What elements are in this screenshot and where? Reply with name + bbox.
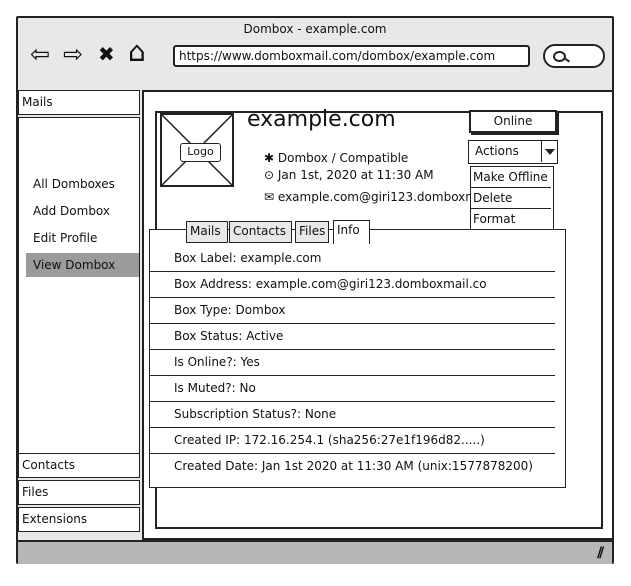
info-row: Is Online?: Yes [150,350,555,376]
sidebar-item-mails[interactable]: Mails [18,90,140,115]
home-icon[interactable]: ⌂ [128,38,146,66]
sidebar-subitem-all-domboxes[interactable]: All Domboxes [26,172,139,196]
sidebar-subitem-view-dombox[interactable]: View Dombox [26,253,139,277]
menu-item-make-offline[interactable]: Make Offline [471,167,551,188]
online-status-button[interactable]: Online [469,110,557,133]
search-button[interactable] [543,44,605,68]
actions-dropdown[interactable]: Actions [468,140,558,164]
chevron-down-icon[interactable] [541,141,557,162]
actions-label: Actions [475,144,519,158]
info-row: Created IP: 172.16.254.1 (sha256:27e1f19… [150,428,555,454]
sidebar-item-files[interactable]: Files [18,480,140,505]
logo-label: Logo [180,143,221,162]
info-panel: Box Label: example.com Box Address: examp… [149,229,566,488]
sidebar-subitem-add-dombox[interactable]: Add Dombox [26,199,139,223]
email-text: example.com@giri123.domboxmai [277,190,488,204]
forward-icon[interactable]: ⇨ [63,42,83,66]
mail-icon: ✉ [264,190,275,204]
type-line: ✱ Dombox / Compatible [264,151,408,165]
tab-mails[interactable]: Mails [186,221,228,243]
menu-item-format[interactable]: Format [471,209,551,230]
menu-item-delete[interactable]: Delete [471,188,551,209]
sidebar-subitem-edit-profile[interactable]: Edit Profile [26,226,139,250]
url-input[interactable]: https://www.domboxmail.com/dombox/exampl… [173,45,530,67]
info-row: Box Status: Active [150,324,555,350]
info-row: Box Address: example.com@giri123.domboxm… [150,272,555,298]
clock-icon: ⊙ [264,168,275,182]
date-line: ⊙ Jan 1st, 2020 at 11:30 AM [264,168,434,182]
info-row: Is Muted?: No [150,376,555,402]
type-text: Dombox / Compatible [277,151,409,165]
email-line: ✉ example.com@giri123.domboxmai [264,190,488,204]
domain-title: example.com [247,107,396,132]
sidebar-item-contacts[interactable]: Contacts [18,453,140,478]
window-title: Dombox - example.com [243,22,387,36]
info-row: Subscription Status?: None [150,402,555,428]
resize-grip-icon[interactable]: // [597,545,604,561]
stop-icon[interactable]: ✖ [98,42,115,66]
status-bar [18,540,612,564]
asterisk-icon: ✱ [264,151,275,165]
tab-info[interactable]: Info [333,220,370,244]
info-row: Created Date: Jan 1st 2020 at 11:30 AM (… [174,459,533,473]
info-row: Box Label: example.com [150,246,555,272]
date-text: Jan 1st, 2020 at 11:30 AM [277,168,434,182]
back-icon[interactable]: ⇦ [30,42,50,66]
tab-files[interactable]: Files [295,221,329,243]
sidebar-item-extensions[interactable]: Extensions [18,507,140,532]
search-icon [553,51,566,62]
tab-contacts[interactable]: Contacts [229,221,292,243]
info-row: Box Type: Dombox [150,298,555,324]
